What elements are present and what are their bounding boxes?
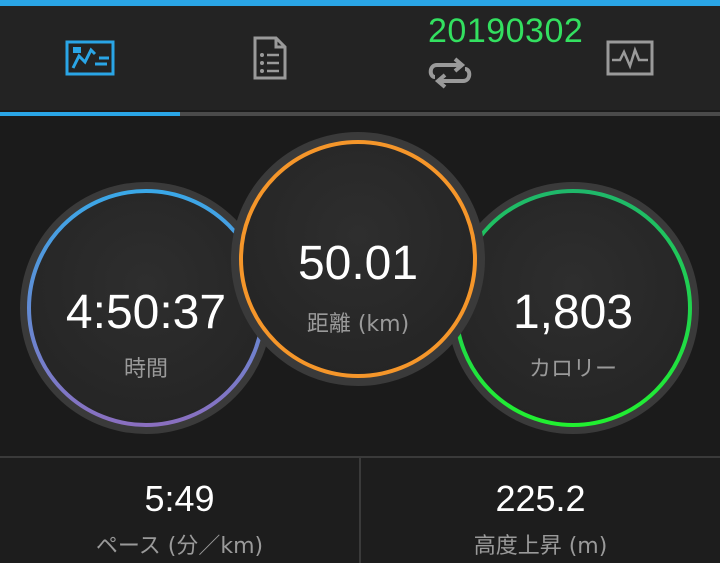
elevation-label: 高度上昇 (m) — [473, 534, 608, 559]
elevation-stat: 225.2 高度上昇 (m) — [361, 458, 720, 563]
document-list-icon — [253, 36, 287, 80]
distance-label: 距離 (km) — [306, 312, 410, 337]
tab-bar — [0, 6, 720, 110]
pace-label: ペース (分／km) — [95, 534, 264, 559]
tab-details[interactable] — [180, 6, 360, 110]
stats-area: 4:50:37 時間 50.01 距離 (km) 1,803 カロリー — [0, 116, 720, 456]
distance-value: 50.01 — [297, 237, 419, 290]
calories-stat: 1,803 カロリー — [456, 191, 690, 425]
elevation-value: 225.2 — [495, 478, 586, 519]
pace-value: 5:49 — [144, 478, 215, 519]
calories-value: 1,803 — [512, 286, 634, 339]
bottom-stats-panel: 5:49 ペース (分／km) 225.2 高度上昇 (m) — [0, 456, 720, 563]
calories-label: カロリー — [528, 357, 617, 382]
pace-stat: 5:49 ペース (分／km) — [0, 458, 359, 563]
time-stat: 4:50:37 時間 — [29, 191, 263, 425]
time-value: 4:50:37 — [65, 286, 227, 339]
distance-stat: 50.01 距離 (km) — [241, 142, 475, 376]
tab-activity-summary[interactable] — [0, 6, 180, 110]
activity-map-icon — [65, 40, 115, 76]
time-label: 時間 — [123, 357, 168, 382]
chart-pulse-icon — [606, 40, 654, 76]
laps-loop-icon — [428, 57, 472, 89]
date-overlay-text: 20190302 — [428, 12, 584, 50]
